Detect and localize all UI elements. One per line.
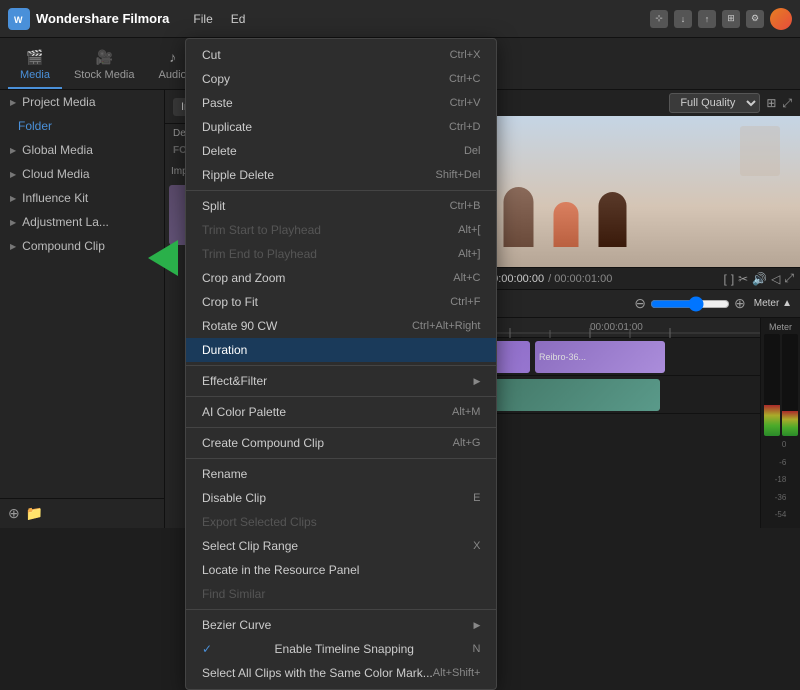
menu-duration[interactable]: Duration [186,338,496,362]
meter-panel: Meter 0-6-18-36-54 [760,318,800,528]
sidebar-item-project-media[interactable]: ▶ Project Media [0,90,164,114]
menu-create-compound[interactable]: Create Compound Clip Alt+G [186,431,496,455]
sidebar-item-influence-kit[interactable]: ▶ Influence Kit [0,186,164,210]
edit-menu[interactable]: Ed [223,8,254,30]
meter-title: Meter [769,322,792,332]
sidebar-item-folder[interactable]: Folder [0,114,164,138]
menu-sep2 [186,365,496,366]
menu-export-selected: Export Selected Clips [186,510,496,534]
menu-disable-clip[interactable]: Disable Clip E [186,486,496,510]
topbar-right: ⊹ ↓ ↑ ⊞ ⚙ [650,8,792,30]
clip-trim-icon[interactable]: ✂ [738,272,748,286]
app-logo: W Wondershare Filmora [8,8,169,30]
audio-icon2[interactable]: 🔊 [752,272,767,286]
menu-cut[interactable]: Cut Ctrl+X [186,43,496,67]
green-arrow [148,240,178,276]
clip2-label: Reibro-36... [539,352,586,362]
expand-arrow4: ▶ [10,194,16,203]
sidebar-item-global-media[interactable]: ▶ Global Media [0,138,164,162]
menu-trim-end: Trim End to Playhead Alt+] [186,242,496,266]
meter-bar-right [782,334,798,436]
grid-icon[interactable]: ⊞ [722,10,740,28]
quality-select[interactable]: Full Quality Half Quality [669,93,760,113]
menu-effect-filter[interactable]: Effect&Filter ▶ [186,369,496,393]
file-menu[interactable]: File [185,8,220,30]
menu-locate-resource[interactable]: Locate in the Resource Panel [186,558,496,582]
menu-paste[interactable]: Paste Ctrl+V [186,91,496,115]
bezier-submenu-arrow: ▶ [474,620,481,631]
menu-rename[interactable]: Rename [186,462,496,486]
menu-ai-color[interactable]: AI Color Palette Alt+M [186,400,496,424]
menu-select-same-color[interactable]: Select All Clips with the Same Color Mar… [186,661,496,685]
meter-bar-left [764,334,780,436]
fullscreen-icon[interactable]: ⤢ [784,271,794,286]
add-media-icon[interactable]: ⊕ [8,505,20,522]
meter-fill-left [764,405,780,436]
mark-out-icon[interactable]: ] [731,272,734,286]
meter-label[interactable]: Meter ▲ [754,298,792,309]
meter-fill-right [782,411,798,437]
media-icon: 🎬 [25,47,45,67]
sidebar-item-adjustment-layer[interactable]: ▶ Adjustment La... [0,210,164,234]
app-title: Wondershare Filmora [36,11,169,26]
logo-icon: W [8,8,30,30]
video-clip-2[interactable]: Reibro-36... [535,341,665,373]
meter-bars [764,334,798,436]
check-mark: ✓ [202,642,216,656]
menu-sep6 [186,609,496,610]
menu-split[interactable]: Split Ctrl+B [186,194,496,218]
menu-duplicate[interactable]: Duplicate Ctrl+D [186,115,496,139]
volume-icon[interactable]: ◁ [771,272,780,286]
folder-icon[interactable]: 📁 [26,505,43,522]
stock-media-icon: 🎥 [94,47,114,67]
sidebar-item-compound-clip[interactable]: ▶ Compound Clip [0,234,164,258]
download-icon[interactable]: ↓ [674,10,692,28]
svg-text:W: W [14,15,23,25]
expand-arrow3: ▶ [10,170,16,179]
menu-crop-fit[interactable]: Crop to Fit Ctrl+F [186,290,496,314]
menu-sep5 [186,458,496,459]
expand-arrow5: ▶ [10,218,16,227]
time-separator: / 00:00:01:00 [548,273,612,285]
settings-icon[interactable]: ⚙ [746,10,764,28]
grid-view-icon[interactable]: ⊞ [766,96,776,110]
menu-copy[interactable]: Copy Ctrl+C [186,67,496,91]
zoom-in-icon[interactable]: ⊕ [734,295,746,312]
menu-rotate-90[interactable]: Rotate 90 CW Ctrl+Alt+Right [186,314,496,338]
menu-select-clip-range[interactable]: Select Clip Range X [186,534,496,558]
menu-find-similar: Find Similar [186,582,496,606]
menu-bezier-curve[interactable]: Bezier Curve ▶ [186,613,496,637]
context-menu: Cut Ctrl+X Copy Ctrl+C Paste Ctrl+V Dupl… [185,38,497,690]
menu-enable-snapping[interactable]: ✓ Enable Timeline Snapping N [186,637,496,661]
topbar: W Wondershare Filmora File Ed ⊹ ↓ ↑ ⊞ ⚙ [0,0,800,38]
zoom-slider[interactable] [650,296,730,312]
submenu-arrow: ▶ [474,376,481,387]
tab-stock-media[interactable]: 🎥 Stock Media [62,41,147,89]
expand-arrow: ▶ [10,98,16,107]
network-icon[interactable]: ⊹ [650,10,668,28]
topbar-menu: File Ed [185,8,253,30]
zoom-out-icon[interactable]: ⊖ [634,295,646,312]
menu-delete[interactable]: Delete Del [186,139,496,163]
expand-arrow2: ▶ [10,146,16,155]
menu-sep1 [186,190,496,191]
menu-trim-start: Trim Start to Playhead Alt+[ [186,218,496,242]
avatar[interactable] [770,8,792,30]
menu-ripple-delete[interactable]: Ripple Delete Shift+Del [186,163,496,187]
menu-sep4 [186,427,496,428]
meter-scale: 0-6-18-36-54 [775,436,787,524]
expand-arrow6: ▶ [10,242,16,251]
menu-crop-zoom[interactable]: Crop and Zoom Alt+C [186,266,496,290]
left-panel: ▶ Project Media Folder ▶ Global Media ▶ … [0,90,165,528]
audio-icon: ♪ [163,47,183,67]
tab-media[interactable]: 🎬 Media [8,41,62,89]
sidebar-item-cloud-media[interactable]: ▶ Cloud Media [0,162,164,186]
menu-sep3 [186,396,496,397]
expand-icon[interactable]: ⤢ [782,96,792,111]
upload-icon[interactable]: ↑ [698,10,716,28]
mark-in-icon[interactable]: [ [723,272,726,286]
